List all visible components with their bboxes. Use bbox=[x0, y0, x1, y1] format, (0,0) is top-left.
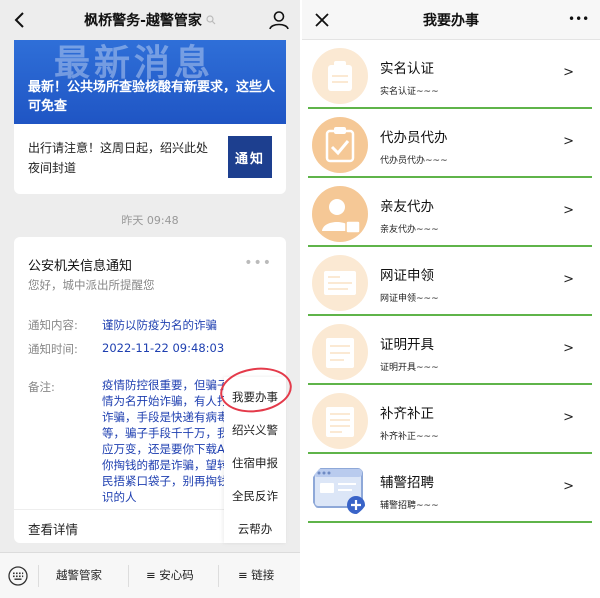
service-title: 代办员代办 bbox=[380, 130, 448, 146]
bottom-menu-safe-code[interactable]: ≡ 安心码 bbox=[146, 567, 194, 583]
service-row-netcert[interactable]: 网证申领 网证申领~~~ > bbox=[302, 248, 600, 316]
service-title: 实名认证 bbox=[380, 61, 434, 77]
chevron-right-icon: > bbox=[563, 341, 574, 356]
bottom-menu-yuejing[interactable]: 越警管家 bbox=[56, 567, 102, 583]
menu-popup: 我要办事 绍兴义警 住宿申报 全民反诈 云帮办 bbox=[224, 377, 286, 543]
chevron-right-icon: > bbox=[563, 203, 574, 218]
chevron-right-icon: > bbox=[563, 134, 574, 149]
service-title: 证明开具 bbox=[380, 337, 434, 353]
menu-item-anti-fraud[interactable]: 全民反诈 bbox=[224, 488, 286, 504]
service-row-agent[interactable]: 代办员代办 代办员代办~~~ > bbox=[302, 110, 600, 178]
bottom-menu-bar: 越警管家 ≡ 安心码 ≡ 链接 bbox=[0, 552, 300, 598]
row-divider bbox=[308, 107, 592, 109]
chevron-right-icon: > bbox=[563, 410, 574, 425]
service-row-recruit[interactable]: 辅警招聘 辅警招聘~~~ > bbox=[302, 455, 600, 523]
row-divider bbox=[308, 176, 592, 178]
service-row-certificate[interactable]: 证明开具 证明开具~~~ > bbox=[302, 317, 600, 385]
chat-title: 枫桥警务-越警管家 bbox=[84, 13, 202, 29]
bottom-menu-link[interactable]: ≡ 链接 bbox=[238, 567, 274, 583]
service-subtitle: 证明开具~~~ bbox=[380, 363, 439, 373]
message-timestamp: 昨天 09:48 bbox=[121, 214, 179, 227]
link-label: 链接 bbox=[251, 568, 275, 582]
service-title: 辅警招聘 bbox=[380, 475, 434, 491]
service-row-realname[interactable]: 实名认证 实名认证~~~ > bbox=[302, 41, 600, 109]
services-title: 我要办事 bbox=[423, 12, 479, 29]
menu-item-volunteer-police[interactable]: 绍兴义警 bbox=[224, 422, 286, 438]
service-title: 网证申领 bbox=[380, 268, 434, 284]
notice-title: 公安机关信息通知 bbox=[28, 259, 133, 274]
news-thumbnail[interactable]: 通知 bbox=[228, 136, 272, 178]
services-screen: 我要办事 ••• 实名认证 实名认证~~~ > 代办员代办 代办员代办~~~ >… bbox=[302, 0, 600, 598]
note-label: 备注: bbox=[28, 380, 55, 394]
certificate-icon bbox=[312, 324, 368, 380]
user-icon bbox=[312, 186, 368, 242]
row-divider bbox=[308, 452, 592, 454]
menu-item-cloud-help[interactable]: 云帮办 bbox=[224, 521, 286, 537]
chat-screen: 枫桥警务-越警管家 最新消息 最新！公共场所查验核酸有新要求，这些人可免查 出行… bbox=[0, 0, 300, 598]
row-divider bbox=[308, 245, 592, 247]
service-subtitle: 补齐补正~~~ bbox=[380, 432, 439, 442]
more-options-icon[interactable]: ••• bbox=[568, 12, 590, 32]
menu-item-services[interactable]: 我要办事 bbox=[224, 389, 286, 405]
recruit-browser-icon bbox=[313, 468, 365, 514]
service-title: 亲友代办 bbox=[380, 199, 434, 215]
chat-top-bar: 枫桥警务-越警管家 bbox=[0, 0, 300, 40]
separator bbox=[128, 565, 129, 587]
time-label: 通知时间: bbox=[28, 342, 78, 356]
row-divider bbox=[308, 314, 592, 316]
profile-icon[interactable] bbox=[268, 10, 290, 30]
service-subtitle: 辅警招聘~~~ bbox=[380, 501, 439, 511]
chevron-right-icon: > bbox=[563, 272, 574, 287]
news-card[interactable]: 最新消息 最新！公共场所查验核酸有新要求，这些人可免查 出行请注意！这周日起，绍… bbox=[14, 40, 286, 194]
menu-item-lodging-report[interactable]: 住宿申报 bbox=[224, 455, 286, 471]
separator bbox=[38, 565, 39, 587]
service-subtitle: 网证申领~~~ bbox=[380, 294, 439, 304]
news-banner[interactable]: 最新消息 最新！公共场所查验核酸有新要求，这些人可免查 bbox=[14, 40, 286, 124]
news-item-text[interactable]: 出行请注意！这周日起，绍兴此处夜间封道 bbox=[28, 138, 218, 178]
document-icon bbox=[312, 255, 368, 311]
services-top-bar: 我要办事 ••• bbox=[302, 0, 600, 40]
keyboard-icon[interactable] bbox=[8, 566, 28, 586]
notice-subtitle: 您好，城中派出所提醒您 bbox=[28, 278, 155, 292]
id-card-icon bbox=[312, 48, 368, 104]
chevron-right-icon: > bbox=[563, 479, 574, 494]
menu-dot-icon: ≡ bbox=[238, 568, 252, 582]
service-row-supplement[interactable]: 补齐补正 补齐补正~~~ > bbox=[302, 386, 600, 454]
menu-dot-icon: ≡ bbox=[146, 568, 160, 582]
row-divider bbox=[308, 521, 592, 523]
chevron-right-icon: > bbox=[563, 65, 574, 80]
service-subtitle: 代办员代办~~~ bbox=[380, 156, 448, 166]
safe-code-label: 安心码 bbox=[159, 568, 194, 582]
content-value: 谨防以防疫为名的诈骗 bbox=[102, 318, 217, 332]
back-arrow-icon[interactable] bbox=[10, 10, 30, 30]
service-subtitle: 亲友代办~~~ bbox=[380, 225, 439, 235]
view-details-link[interactable]: 查看详情 bbox=[28, 519, 78, 538]
form-icon bbox=[312, 393, 368, 449]
close-icon[interactable] bbox=[312, 10, 332, 30]
more-options-icon[interactable]: ••• bbox=[244, 255, 272, 271]
search-icon[interactable] bbox=[206, 15, 216, 25]
banner-headline: 最新！公共场所查验核酸有新要求，这些人可免查 bbox=[28, 80, 276, 114]
time-value: 2022-11-22 09:48:03 bbox=[102, 341, 225, 355]
clipboard-check-icon bbox=[312, 117, 368, 173]
service-subtitle: 实名认证~~~ bbox=[380, 87, 439, 97]
row-divider bbox=[308, 383, 592, 385]
separator bbox=[218, 565, 219, 587]
service-row-family[interactable]: 亲友代办 亲友代办~~~ > bbox=[302, 179, 600, 247]
content-label: 通知内容: bbox=[28, 318, 78, 332]
service-title: 补齐补正 bbox=[380, 406, 434, 422]
